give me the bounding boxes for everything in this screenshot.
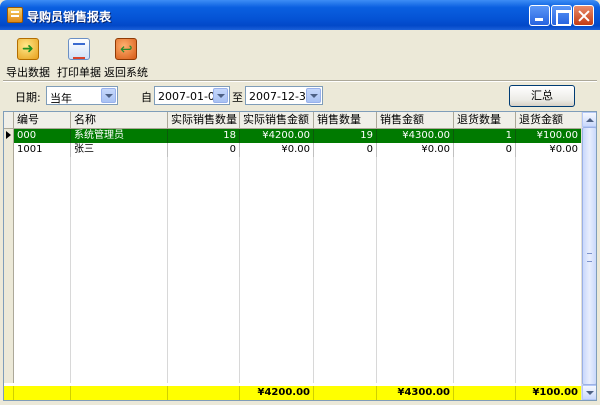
toolbar: 导出数据 打印单据 返回系统 <box>3 32 597 79</box>
chevron-down-icon[interactable] <box>101 88 116 103</box>
cell-name: 系统管理员 <box>71 129 168 143</box>
totals-row: ¥4200.00 ¥4300.00 ¥100.00 <box>4 386 582 400</box>
cell-id: 1001 <box>14 143 71 157</box>
total-name <box>71 386 168 400</box>
toolbar-divider <box>3 80 597 82</box>
cell-actual-qty: 0 <box>168 143 240 157</box>
print-receipt-button[interactable]: 打印单据 <box>54 32 104 79</box>
totals-row-selector <box>4 386 14 400</box>
print-label: 打印单据 <box>57 66 101 79</box>
period-value: 当年 <box>50 92 72 105</box>
column-header-return-amount[interactable]: 退货金额 <box>516 112 582 128</box>
total-sales-qty <box>314 386 377 400</box>
export-icon <box>17 38 39 60</box>
grid-column-line <box>454 157 516 383</box>
export-label: 导出数据 <box>6 66 50 79</box>
close-button[interactable] <box>573 5 594 26</box>
start-date-picker[interactable]: 2007-01-01 <box>154 86 230 105</box>
return-icon <box>115 38 137 60</box>
cell-sales-qty: 0 <box>314 143 377 157</box>
cell-return-amount: ¥100.00 <box>516 129 582 143</box>
row-selector-column <box>4 157 14 383</box>
grid-column-line <box>516 157 582 383</box>
column-header-actual-qty[interactable]: 实际销售数量 <box>168 112 240 128</box>
window-title: 导购员销售报表 <box>27 10 112 24</box>
title-bar: 导购员销售报表 <box>0 0 600 30</box>
scroll-up-icon[interactable] <box>582 112 596 127</box>
cell-actual-amount: ¥0.00 <box>240 143 314 157</box>
cell-sales-qty: 19 <box>314 129 377 143</box>
grid-column-line <box>377 157 454 383</box>
table-row[interactable]: 1001 张三 0 ¥0.00 0 ¥0.00 0 ¥0.00 <box>4 143 582 157</box>
grid-column-line <box>240 157 314 383</box>
chevron-down-icon[interactable] <box>213 88 228 103</box>
sales-report-grid[interactable]: 编号 名称 实际销售数量 实际销售金额 销售数量 销售金额 退货数量 退货金额 … <box>3 111 597 401</box>
total-return-amount: ¥100.00 <box>516 386 582 400</box>
minimize-button[interactable] <box>529 5 550 26</box>
end-date-picker[interactable]: 2007-12-31 <box>245 86 323 105</box>
row-selector-arrow-icon[interactable] <box>4 129 14 143</box>
cell-return-qty: 1 <box>454 129 516 143</box>
chevron-down-icon[interactable] <box>306 88 321 103</box>
grid-column-line <box>168 157 240 383</box>
table-row[interactable]: 000 系统管理员 18 ¥4200.00 19 ¥4300.00 1 ¥100… <box>4 129 582 143</box>
header-corner <box>4 112 14 128</box>
from-label: 自 <box>141 91 152 104</box>
cell-name: 张三 <box>71 143 168 157</box>
cell-sales-amount: ¥0.00 <box>377 143 454 157</box>
maximize-button[interactable] <box>551 5 572 26</box>
cell-return-qty: 0 <box>454 143 516 157</box>
return-system-button[interactable]: 返回系统 <box>102 32 150 79</box>
cell-return-amount: ¥0.00 <box>516 143 582 157</box>
scrollbar-thumb[interactable] <box>582 127 596 385</box>
column-header-name[interactable]: 名称 <box>71 112 168 128</box>
app-icon <box>7 7 23 23</box>
period-select[interactable]: 当年 <box>46 86 118 105</box>
grid-column-line <box>314 157 377 383</box>
column-header-actual-amount[interactable]: 实际销售金额 <box>240 112 314 128</box>
total-return-qty <box>454 386 516 400</box>
row-selector[interactable] <box>4 143 14 157</box>
total-actual-qty <box>168 386 240 400</box>
print-icon <box>68 38 90 60</box>
total-sales-amount: ¥4300.00 <box>377 386 454 400</box>
cell-actual-qty: 18 <box>168 129 240 143</box>
export-data-button[interactable]: 导出数据 <box>5 32 51 79</box>
cell-actual-amount: ¥4200.00 <box>240 129 314 143</box>
return-label: 返回系统 <box>104 66 148 79</box>
scroll-down-icon[interactable] <box>582 385 596 400</box>
end-date-value: 2007-12-31 <box>249 90 313 103</box>
total-id <box>14 386 71 400</box>
grid-empty-area <box>4 157 582 383</box>
grid-header: 编号 名称 实际销售数量 实际销售金额 销售数量 销售金额 退货数量 退货金额 <box>4 112 582 129</box>
column-header-return-qty[interactable]: 退货数量 <box>454 112 516 128</box>
summary-button[interactable]: 汇总 <box>509 85 575 107</box>
to-label: 至 <box>232 91 243 104</box>
column-header-sales-amount[interactable]: 销售金额 <box>377 112 454 128</box>
vertical-scrollbar[interactable] <box>581 112 596 400</box>
grid-column-line <box>71 157 168 383</box>
total-actual-amount: ¥4200.00 <box>240 386 314 400</box>
cell-sales-amount: ¥4300.00 <box>377 129 454 143</box>
cell-id: 000 <box>14 129 71 143</box>
column-header-sales-qty[interactable]: 销售数量 <box>314 112 377 128</box>
column-header-id[interactable]: 编号 <box>14 112 71 128</box>
grid-column-line <box>14 157 71 383</box>
date-label: 日期: <box>15 91 41 104</box>
